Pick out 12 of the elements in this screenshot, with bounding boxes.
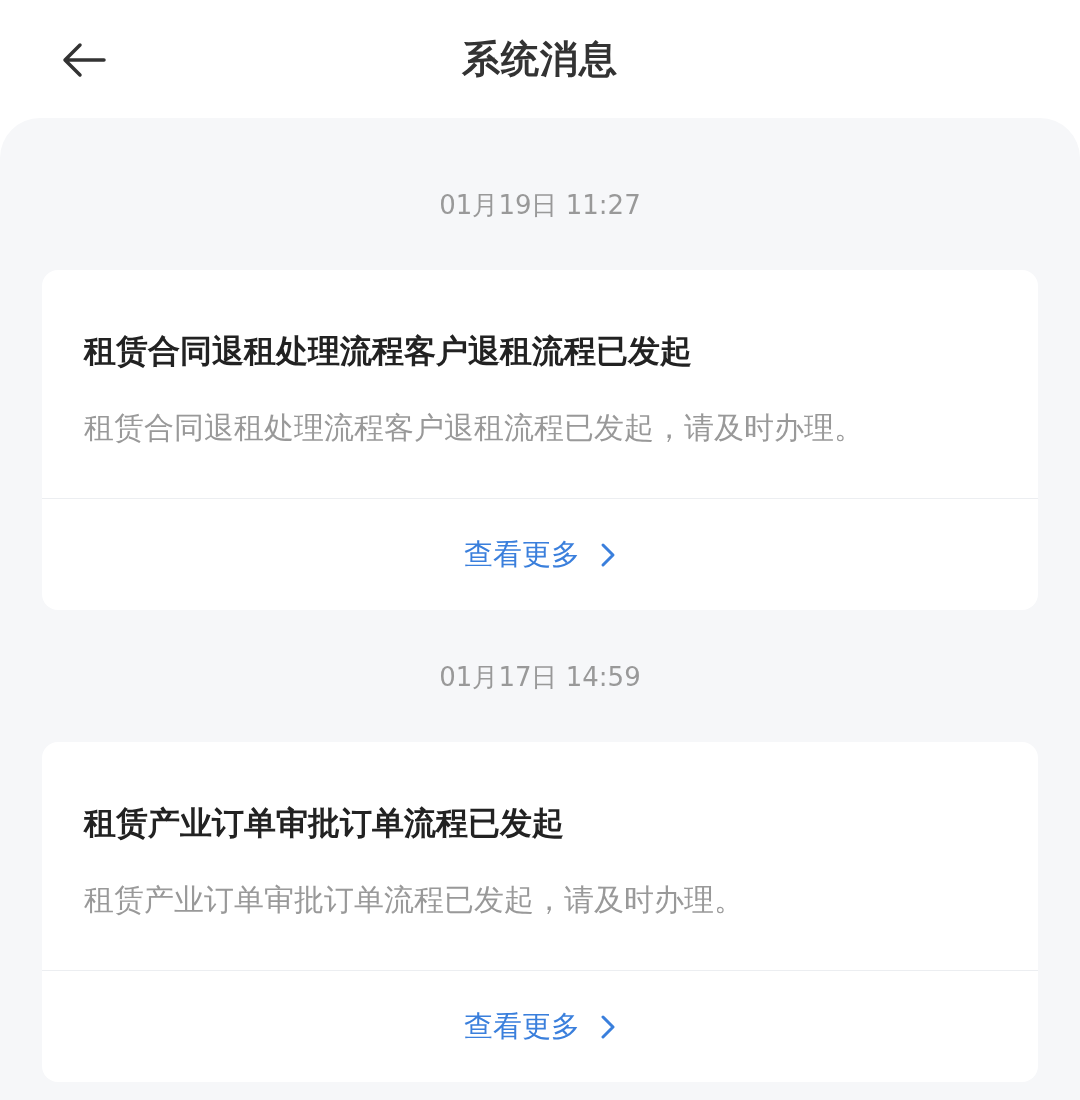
message-time: 01月17日 14:59 <box>438 662 642 692</box>
view-more-link[interactable]: 查看更多 <box>464 534 616 575</box>
chevron-right-icon <box>600 541 616 568</box>
back-arrow-icon[interactable] <box>62 42 106 78</box>
view-more-link[interactable]: 查看更多 <box>464 1006 616 1047</box>
chevron-right-icon <box>600 1013 616 1040</box>
message-title: 租赁产业订单审批订单流程已发起 <box>84 803 565 844</box>
message-time: 01月19日 11:27 <box>438 190 642 220</box>
message-title: 租赁合同退租处理流程客户退租流程已发起 <box>84 331 693 372</box>
message-body: 租赁产业订单审批订单流程已发起，请及时办理。 <box>84 881 745 919</box>
message-body: 租赁合同退租处理流程客户退租流程已发起，请及时办理。 <box>84 409 865 447</box>
page-title: 系统消息 <box>462 35 618 83</box>
